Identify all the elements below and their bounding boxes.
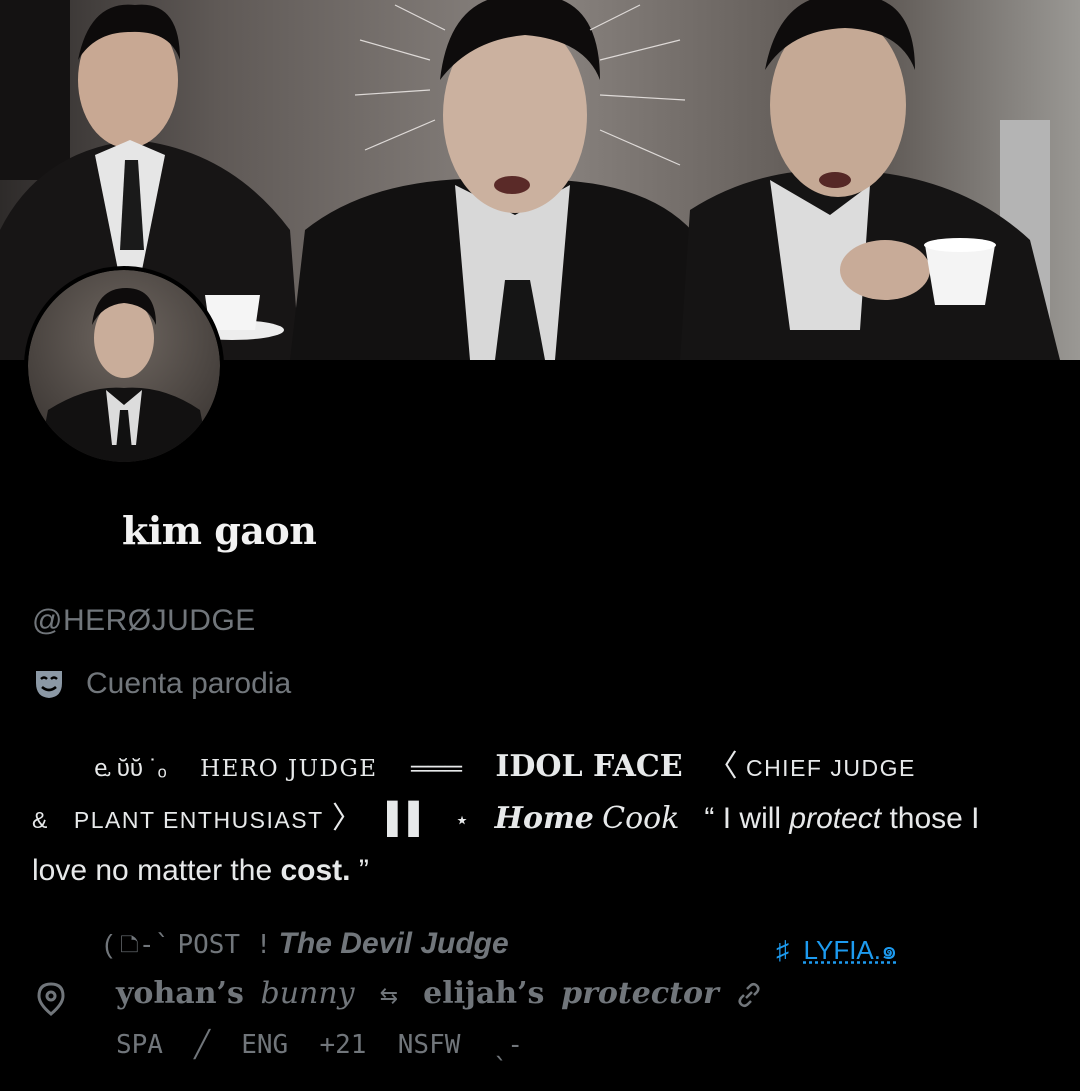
link-icon xyxy=(738,983,760,1008)
bio-ornament: ⱸ ῠῠ ˙ₒ xyxy=(94,755,167,782)
location-text: yohan’s bunny ⇆ elijah’s protector xyxy=(116,976,763,1011)
parody-text: Cuenta parodia xyxy=(86,667,292,700)
bio-chief-judge: CHIEF JUDGE xyxy=(745,755,916,781)
meta-elijahs: elijah’s xyxy=(423,976,545,1011)
meta-devil-judge: The Devil Judge xyxy=(278,927,509,960)
location-pin-icon xyxy=(37,982,65,1016)
meta-paren: ( xyxy=(104,929,113,959)
bio-bracket-open: 〈 xyxy=(707,750,738,783)
bio-quote-end: ” xyxy=(350,854,369,887)
bio-plant: PLANT ENTHUSIAST xyxy=(73,807,324,833)
bio-pause-glyph: ▌▌ xyxy=(387,802,430,835)
profile-avatar[interactable] xyxy=(24,266,224,466)
parody-account-label: Cuenta parodia xyxy=(32,667,291,701)
meta-arrows: ⇆ xyxy=(379,983,399,1008)
bio-cook: Cook xyxy=(602,801,680,836)
bio-bar-glyph: ═══ xyxy=(410,755,462,782)
meta-yohans: yohan’s xyxy=(116,976,244,1011)
user-handle: @HERØJUDGE xyxy=(32,604,256,637)
hash-icon: ♯ xyxy=(776,935,789,965)
bio-amp: & xyxy=(32,807,49,833)
bio-protect: protect xyxy=(789,802,882,835)
bio-cost: cost. xyxy=(280,854,351,887)
meta-protector: protector xyxy=(561,976,719,1011)
display-name: kim gaon xyxy=(122,508,317,553)
meta-post-icon: 🗅-` xyxy=(119,930,171,960)
bio-quote-a: “ I will xyxy=(704,802,790,835)
bio-bracket-close: 〉 xyxy=(332,802,362,835)
meta-bunny: bunny xyxy=(260,976,355,1011)
website-link[interactable]: ♯ LYFIA.๑ xyxy=(776,930,898,971)
meta-post: POST ! xyxy=(177,930,272,960)
profile-bio: ⱸ ῠῠ ˙ₒ HERO JUDGE ═══ IDOL FACE 〈 CHIEF… xyxy=(32,742,1042,896)
meta-langs: SPA ╱ ENG +21 NSFW ˎ- xyxy=(116,1030,523,1060)
bio-idol-face: IDOL FACE xyxy=(495,749,683,784)
theater-mask-icon xyxy=(32,667,66,701)
bio-star: ⋆ xyxy=(454,807,470,834)
website-text: LYFIA.๑ xyxy=(803,935,898,965)
bio-hero-judge: HERO JUDGE xyxy=(200,756,378,782)
bio-home: Home xyxy=(494,801,594,836)
